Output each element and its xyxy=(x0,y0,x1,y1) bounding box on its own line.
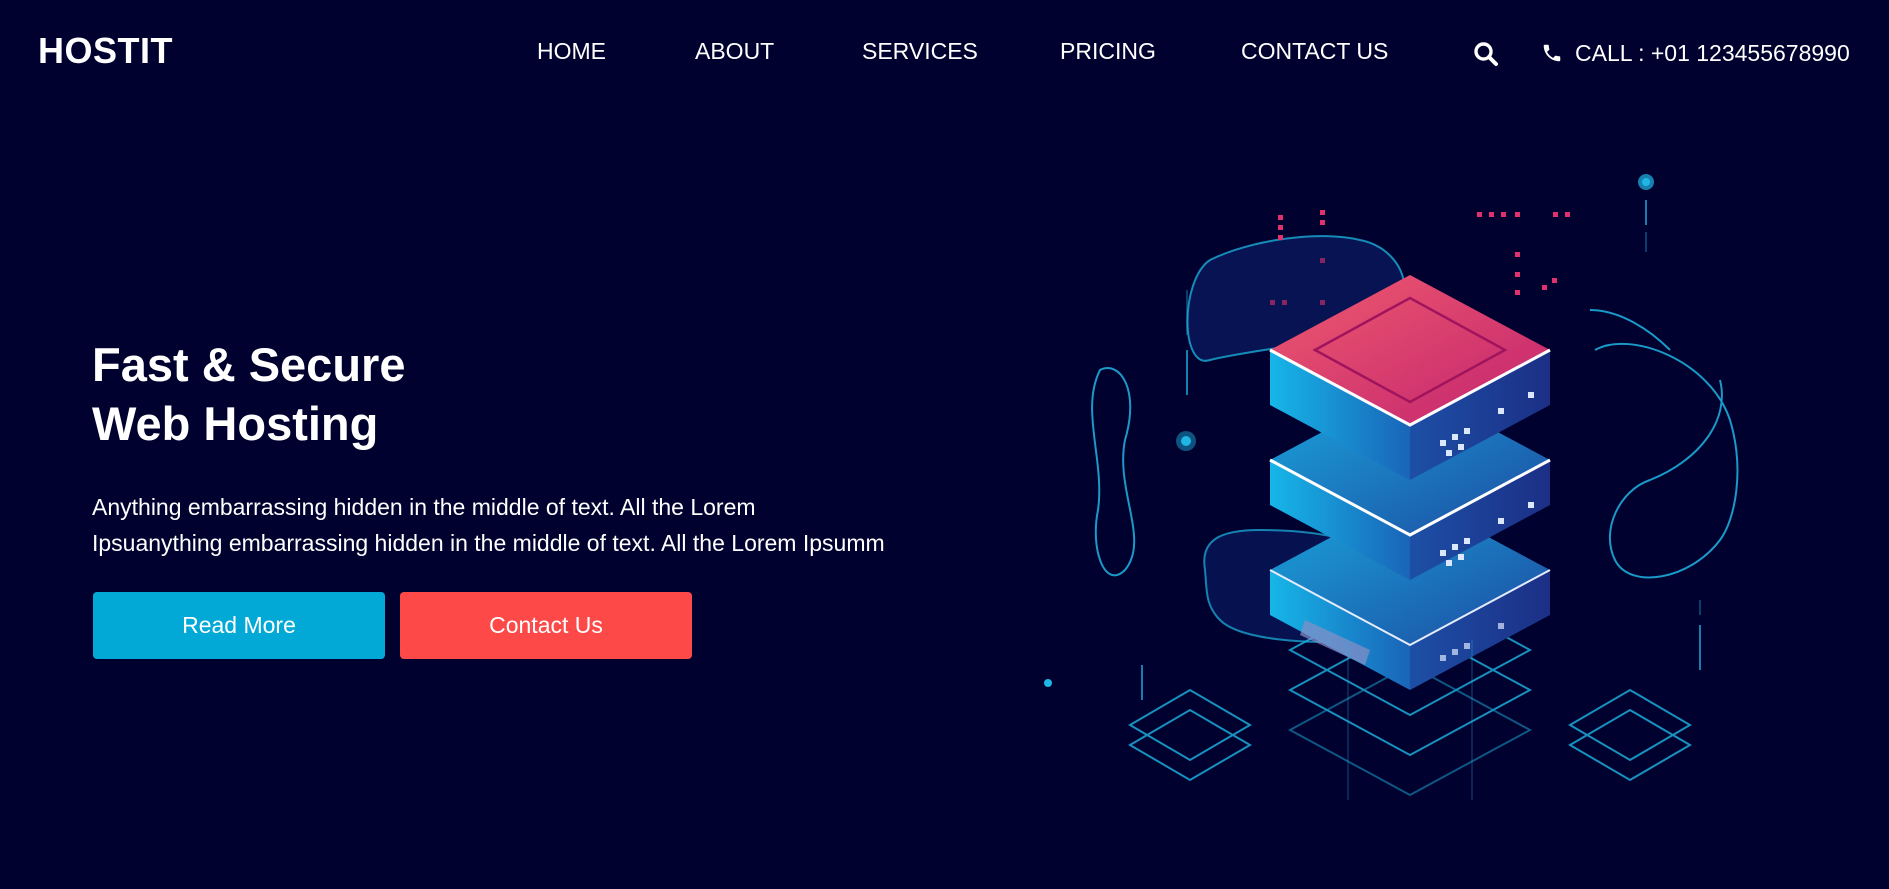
nav-contact-link[interactable]: CONTACT US xyxy=(1241,38,1388,65)
nav-about-link[interactable]: ABOUT xyxy=(695,38,774,65)
read-more-button[interactable]: Read More xyxy=(93,592,385,659)
server-illustration xyxy=(1030,160,1770,850)
hero-title-line-1: Fast & Secure xyxy=(92,338,406,391)
hero-title: Fast & Secure Web Hosting xyxy=(92,335,405,453)
nav-services-link[interactable]: SERVICES xyxy=(862,38,978,65)
call-contact[interactable]: CALL : +01 123455678990 xyxy=(1541,38,1850,68)
search-icon[interactable] xyxy=(1473,41,1499,67)
hero-title-line-2: Web Hosting xyxy=(92,397,379,450)
site-header: HOSTIT HOME ABOUT SERVICES PRICING CONTA… xyxy=(0,0,1889,105)
hero-description: Anything embarrassing hidden in the midd… xyxy=(92,489,972,561)
hero-description-line-1: Anything embarrassing hidden in the midd… xyxy=(92,494,756,520)
phone-icon xyxy=(1541,42,1563,64)
nav-pricing-link[interactable]: PRICING xyxy=(1060,38,1156,65)
call-label: CALL : +01 123455678990 xyxy=(1575,39,1850,66)
landing-page: HOSTIT HOME ABOUT SERVICES PRICING CONTA… xyxy=(0,0,1889,889)
contact-us-button[interactable]: Contact Us xyxy=(400,592,692,659)
nav-home-link[interactable]: HOME xyxy=(537,38,606,65)
hero-description-line-2: Ipsuanything embarrassing hidden in the … xyxy=(92,530,885,556)
